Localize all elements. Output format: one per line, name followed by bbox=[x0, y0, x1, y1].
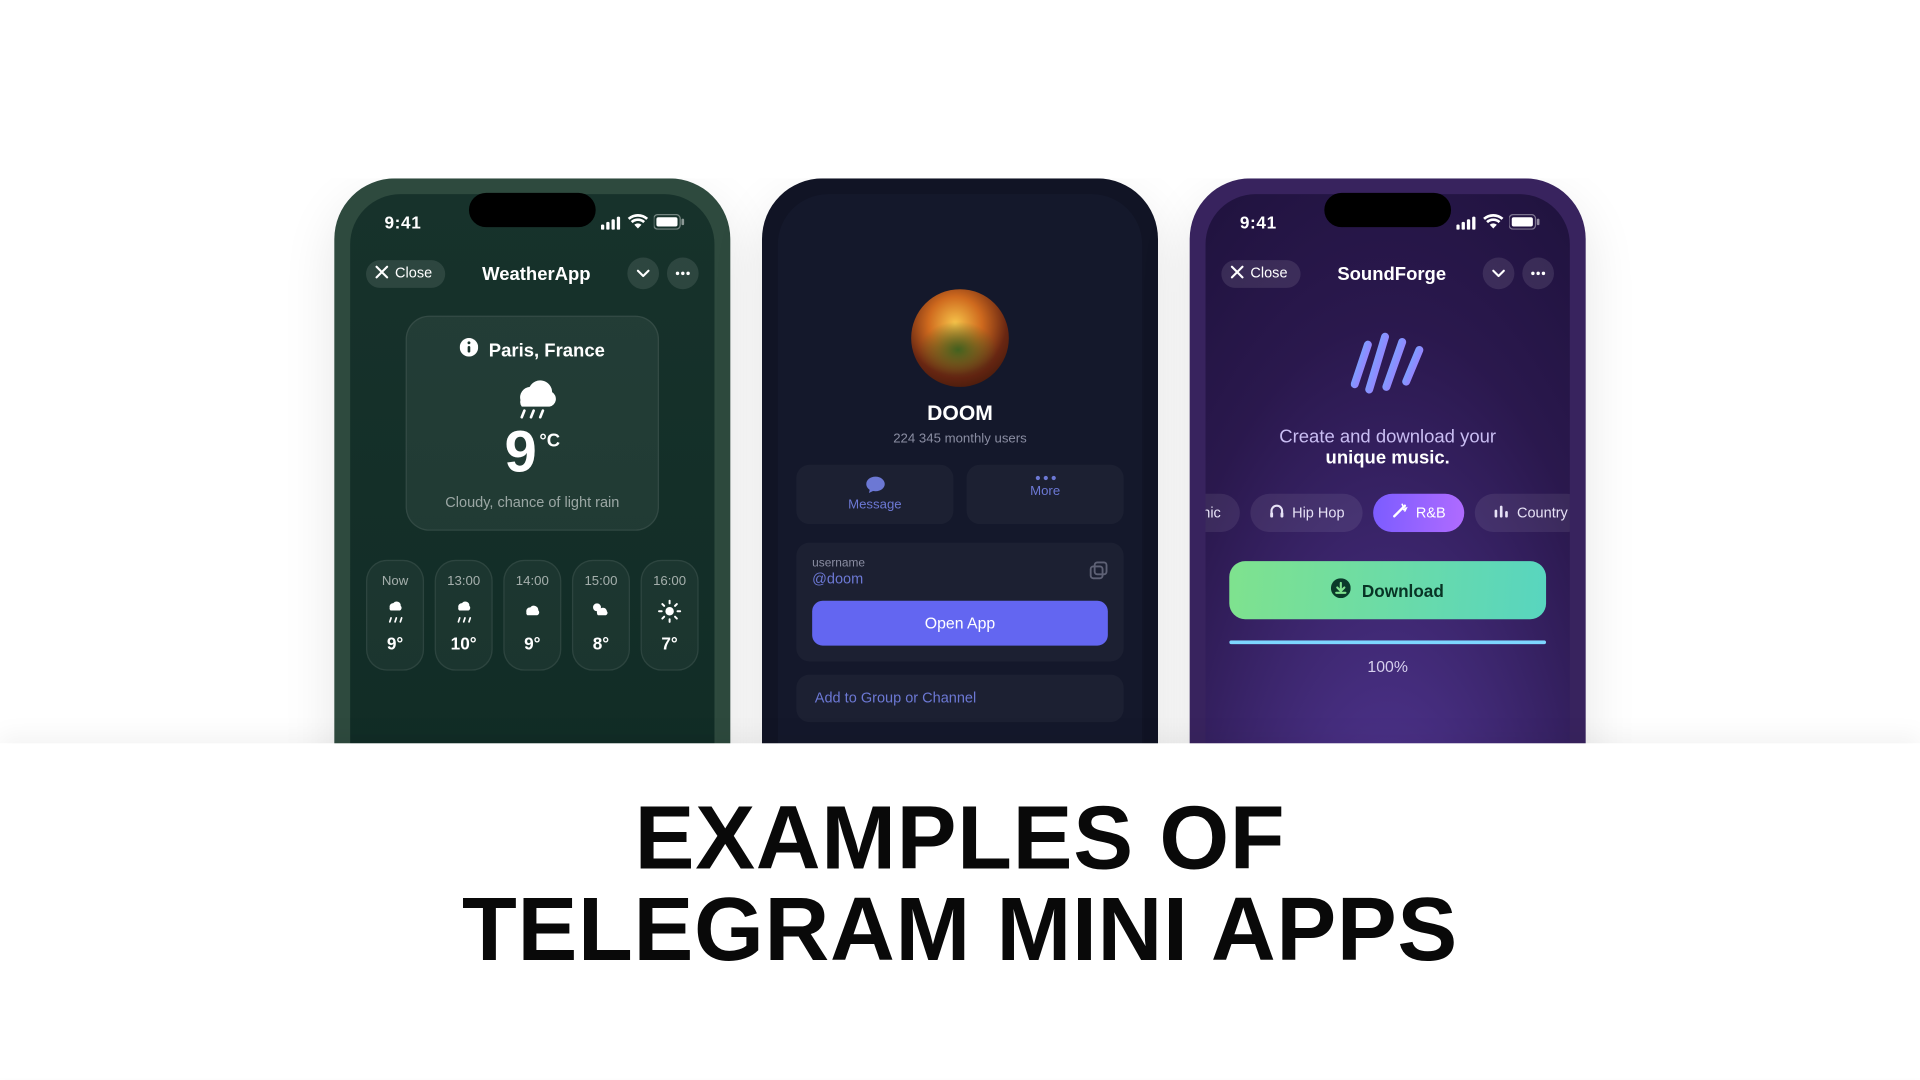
page-headline: EXAMPLES OF TELEGRAM MINI APPS bbox=[0, 793, 1920, 976]
progress: 100% bbox=[1229, 640, 1546, 676]
phone-doom: DOOM 224 345 monthly users Message More bbox=[762, 178, 1158, 746]
close-icon bbox=[1231, 265, 1244, 282]
dots-icon bbox=[1035, 475, 1056, 480]
forecast-temp: 10° bbox=[436, 634, 491, 654]
weather-temp: 9 °C bbox=[423, 424, 642, 482]
soundforge-tagline: Create and download your unique music. bbox=[1242, 425, 1532, 467]
username-handle[interactable]: @doom bbox=[812, 572, 1108, 588]
chat-icon bbox=[864, 475, 885, 493]
dots-icon bbox=[1530, 271, 1546, 276]
genre-label: Hip Hop bbox=[1292, 505, 1344, 521]
forecast-temp: 8° bbox=[573, 634, 628, 654]
soundforge-logo bbox=[1345, 331, 1429, 401]
download-icon bbox=[1331, 578, 1351, 602]
username-card: username @doom Open App bbox=[796, 543, 1123, 662]
forecast-time: Now bbox=[367, 574, 422, 589]
phone-weather: 9:41 Close WeatherApp bbox=[334, 178, 730, 746]
download-button[interactable]: Download bbox=[1229, 561, 1546, 619]
chevron-down-icon bbox=[637, 269, 650, 277]
genre-row[interactable]: nic Hip Hop R&B Country bbox=[1206, 467, 1570, 532]
dynamic-island bbox=[469, 193, 596, 227]
forecast-temp: 9° bbox=[505, 634, 560, 654]
forecast-time: 13:00 bbox=[436, 574, 491, 589]
weather-card: Paris, France 9 °C Cloudy, chance of lig… bbox=[406, 316, 659, 531]
close-button[interactable]: Close bbox=[1221, 260, 1300, 288]
genre-pill[interactable]: R&B bbox=[1374, 494, 1465, 532]
clock: 9:41 bbox=[384, 212, 421, 232]
app-title: SoundForge bbox=[1301, 263, 1483, 284]
forecast-cell[interactable]: 15:00 8° bbox=[572, 560, 630, 671]
genre-icon bbox=[1493, 503, 1509, 523]
forecast-time: 16:00 bbox=[642, 574, 697, 589]
genre-icon bbox=[1392, 503, 1408, 523]
avatar[interactable] bbox=[911, 289, 1009, 387]
phone-sound: 9:41 Close SoundForge bbox=[1190, 178, 1586, 746]
more-button[interactable] bbox=[667, 258, 699, 290]
info-icon bbox=[460, 338, 478, 360]
genre-label: Country bbox=[1517, 505, 1568, 521]
forecast-temp: 7° bbox=[642, 634, 697, 654]
genre-pill[interactable]: nic bbox=[1206, 494, 1240, 532]
forecast-cell[interactable]: 14:00 9° bbox=[503, 560, 561, 671]
close-button[interactable]: Close bbox=[366, 260, 445, 288]
weather-location: Paris, France bbox=[489, 339, 605, 360]
copy-button[interactable] bbox=[1089, 561, 1107, 586]
collapse-button[interactable] bbox=[627, 258, 659, 290]
genre-label: R&B bbox=[1416, 505, 1446, 521]
battery-icon bbox=[654, 214, 686, 230]
forecast-temp: 9° bbox=[367, 634, 422, 654]
signal-icon bbox=[1456, 215, 1477, 230]
more-profile-button[interactable]: More bbox=[967, 465, 1124, 524]
weather-icon bbox=[506, 374, 559, 419]
genre-icon bbox=[1268, 503, 1284, 523]
forecast-icon bbox=[658, 599, 682, 623]
close-label: Close bbox=[1250, 265, 1287, 281]
genre-pill[interactable]: Hip Hop bbox=[1250, 494, 1363, 532]
forecast-cell[interactable]: Now 9° bbox=[366, 560, 424, 671]
genre-pill[interactable]: Country bbox=[1475, 494, 1570, 532]
battery-icon bbox=[1509, 214, 1541, 230]
signal-icon bbox=[601, 215, 622, 230]
forecast-cell[interactable]: 13:00 10° bbox=[435, 560, 493, 671]
forecast-cell[interactable]: 16:00 7° bbox=[641, 560, 699, 671]
chevron-down-icon bbox=[1492, 269, 1505, 277]
bot-name: DOOM bbox=[778, 403, 1142, 427]
open-app-button[interactable]: Open App bbox=[812, 601, 1108, 646]
add-to-group-button[interactable]: Add to Group or Channel bbox=[796, 675, 1123, 723]
app-title: WeatherApp bbox=[445, 263, 627, 284]
forecast-icon bbox=[452, 599, 476, 623]
bot-stats: 224 345 monthly users bbox=[778, 432, 1142, 447]
collapse-button[interactable] bbox=[1483, 258, 1515, 290]
message-button[interactable]: Message bbox=[796, 465, 953, 524]
forecast-icon bbox=[589, 599, 613, 623]
weather-desc: Cloudy, chance of light rain bbox=[423, 495, 642, 511]
wifi-icon bbox=[1483, 214, 1504, 230]
forecast-row[interactable]: Now 9° 13:00 10° 14:00 9° 15:00 8° 16:00 7° bbox=[350, 531, 714, 671]
forecast-time: 14:00 bbox=[505, 574, 560, 589]
close-label: Close bbox=[395, 265, 432, 281]
forecast-icon bbox=[520, 599, 544, 623]
username-field: username bbox=[812, 556, 1108, 569]
phone-row: 9:41 Close WeatherApp bbox=[0, 178, 1920, 746]
more-button[interactable] bbox=[1522, 258, 1554, 290]
close-icon bbox=[375, 265, 388, 282]
wifi-icon bbox=[627, 214, 648, 230]
forecast-icon bbox=[383, 599, 407, 623]
progress-label: 100% bbox=[1229, 657, 1546, 675]
dynamic-island bbox=[1324, 193, 1451, 227]
clock: 9:41 bbox=[1240, 212, 1277, 232]
forecast-time: 15:00 bbox=[573, 574, 628, 589]
dots-icon bbox=[675, 271, 691, 276]
genre-label: nic bbox=[1206, 505, 1221, 521]
progress-fill bbox=[1229, 640, 1546, 644]
